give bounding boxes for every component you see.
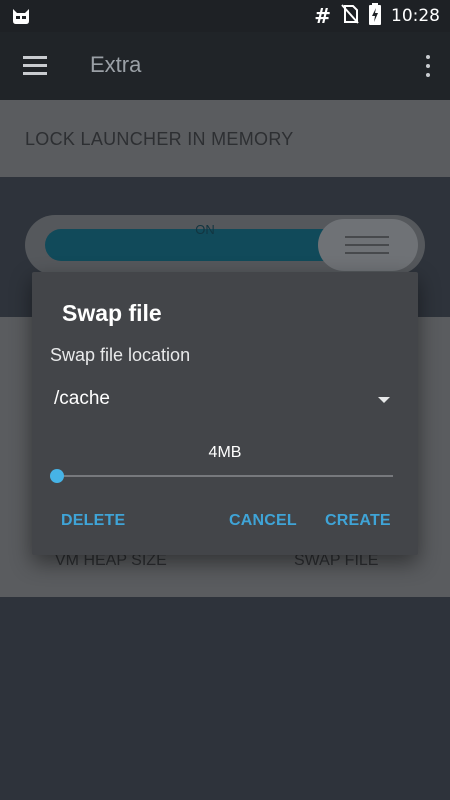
status-bar: # 10:28 [0,0,450,32]
lock-launcher-toggle[interactable]: ON [25,215,425,275]
cancel-button[interactable]: CANCEL [229,512,297,530]
app-bar: Extra [0,32,450,100]
swap-location-label: Swap file location [50,345,191,365]
swap-location-value: /cache [54,388,110,409]
dropdown-arrow-icon [378,397,390,403]
no-sim-icon [341,4,359,28]
clock: 10:28 [391,6,440,26]
battery-charging-icon [369,3,381,29]
swap-file-dialog: Swap file Swap file location /cache 4MB … [32,272,418,555]
toggle-knob[interactable] [318,219,418,271]
cyanogen-logo-icon [10,5,32,31]
hash-indicator: # [314,4,331,28]
page-title: Extra [90,52,142,77]
swap-size-slider[interactable] [50,468,393,484]
swap-size-value: 4MB [208,444,242,461]
lock-launcher-label: LOCK LAUNCHER IN MEMORY [25,129,294,149]
create-button[interactable]: CREATE [325,512,391,530]
slider-track [57,475,393,477]
lock-launcher-row: LOCK LAUNCHER IN MEMORY [0,100,450,177]
swap-location-dropdown[interactable]: /cache [50,380,390,418]
slider-thumb[interactable] [50,469,64,483]
dialog-title: Swap file [62,300,162,326]
menu-icon[interactable] [20,52,50,80]
more-vert-icon[interactable] [420,52,436,80]
delete-button[interactable]: DELETE [61,512,125,530]
